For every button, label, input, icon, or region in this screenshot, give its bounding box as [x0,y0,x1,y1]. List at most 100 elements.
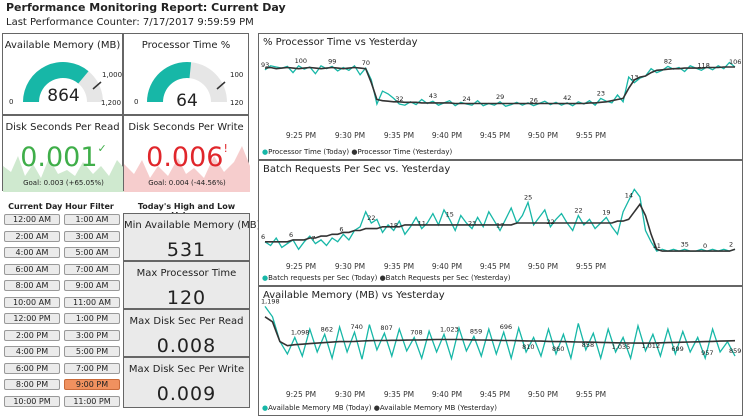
chart-legend: ●Batch requests per Sec (Today) ●Batch R… [262,274,510,282]
available-memory-card[interactable]: Available Memory (MB) 0 1,000 1,200 864 [2,33,123,115]
data-label: 70 [362,59,370,67]
hour-button[interactable]: 4:00 AM [4,247,60,258]
x-tick-label: 9:35 PM [384,390,414,399]
data-label: 807 [380,324,392,332]
x-tick-label: 9:40 PM [432,262,462,271]
highlow-card: Max Disk Sec Per Read 0.008 [123,309,250,357]
available-memory-chart[interactable]: Available Memory (MB) vs Yesterday 1,198… [258,286,743,416]
data-label: 1,098 [291,328,310,336]
data-label: 23 [597,89,605,97]
x-tick-label: 9:30 PM [335,390,365,399]
data-label: 708 [410,328,422,336]
legend-today: Processor Time (Today) [268,148,350,156]
hour-button[interactable]: 1:00 AM [64,214,120,225]
data-label: 858 [582,341,594,349]
x-tick-label: 9:25 PM [286,262,316,271]
data-label: 859 [729,347,741,355]
batch-requests-chart[interactable]: Batch Requests Per Sec vs. Yesterday 667… [258,160,743,286]
data-label: 7 [311,235,315,243]
data-label: 22 [574,207,582,215]
processor-time-plot: 93 100 99 70 32 43 24 29 26 42 23 13 82 118 106 9:25 PM… [261,57,741,140]
highlow-value: 0.009 [156,383,217,405]
processor-time-card[interactable]: Processor Time % 0 100 120 64 [123,33,249,115]
chart-legend: ●Available Memory MB (Today) ●Available … [262,404,497,412]
data-label: 17 [496,222,504,230]
processor-time-chart[interactable]: % Processor Time vs Yesterday 93 100 99 70 3… [258,33,743,160]
x-tick-label: 9:55 PM [576,262,606,271]
hour-button[interactable]: 10:00 AM [4,296,60,308]
x-tick-label: 9:45 PM [480,262,510,271]
report-title: Performance Monitoring Report: Current D… [6,1,286,14]
data-label: 99 [328,57,336,65]
hour-button[interactable]: 7:00 AM [64,263,120,275]
highlow-label: Max Processor Time [136,268,237,279]
hour-button[interactable]: 12:00 PM [4,313,60,324]
disk-write-goal: Goal: 0.004 (-44.56%) [148,179,226,187]
hour-button[interactable]: 11:00 AM [64,296,120,308]
data-label: 740 [351,323,363,331]
available-memory-plot: 1,198 1,098 862 740 807 708 1,023 859 696 810 860 8… [261,297,741,399]
data-label: 25 [524,193,532,201]
hour-button[interactable]: 8:00 PM [4,379,60,390]
data-label: 13 [630,74,638,82]
highlow-value: 531 [166,239,207,261]
hour-button[interactable]: 5:00 AM [64,247,120,258]
disk-read-number: 0.001 [20,142,98,173]
hour-button[interactable]: 7:00 PM [64,362,120,374]
x-tick-label: 9:40 PM [432,390,462,399]
hour-button[interactable]: 1:00 PM [64,313,120,324]
x-tick-label: 9:35 PM [384,131,414,140]
data-label: 26 [530,97,538,105]
data-label: 11 [653,242,661,250]
hour-button[interactable]: 11:00 PM [64,395,120,407]
hour-button[interactable]: 4:00 PM [4,346,60,357]
x-tick-label: 9:50 PM [528,131,558,140]
highlow-card: Max Disk Sec Per Write 0.009 [123,357,250,408]
x-tick-label: 9:30 PM [335,131,365,140]
hour-button[interactable]: 10:00 PM [4,395,60,407]
legend-today: Available Memory MB (Today) [268,404,372,412]
data-label: 42 [563,94,571,102]
hour-button[interactable]: 6:00 AM [4,263,60,275]
disk-read-card[interactable]: Disk Seconds Per Read 0.001✓ Goal: 0.003… [2,115,124,192]
data-label: 100 [295,57,307,65]
alert-icon: ! [223,142,228,155]
x-tick-label: 9:25 PM [286,390,316,399]
hour-button[interactable]: 2:00 AM [4,230,60,242]
data-label: 32 [395,95,403,103]
data-label: 957 [701,349,713,357]
hour-button[interactable]: 2:00 PM [4,329,60,341]
hour-button[interactable]: 3:00 AM [64,230,120,242]
hour-button[interactable]: 3:00 PM [64,329,120,341]
series-today-line [264,306,736,362]
disk-write-value: 0.006! [124,142,250,173]
data-label: 1,012 [641,342,660,350]
data-label: 696 [500,323,512,331]
data-label: 22 [367,214,375,222]
highlow-value: 120 [166,287,207,309]
data-label: 43 [429,92,437,100]
hour-button[interactable]: 9:00 PM [64,379,120,390]
hour-button[interactable]: 5:00 PM [64,346,120,357]
batch-requests-plot: 6 6 7 6 22 18 11 15 23 17 25 22 22 19 14 11 35 0 2 9:25 PM 9… [261,188,736,271]
data-label: 810 [522,343,534,351]
data-label: 2 [729,240,733,248]
last-counter-timestamp: Last Performance Counter: 7/17/2017 9:59… [6,17,254,28]
data-label: 23 [468,220,476,228]
gauge-target-label: 100 [230,71,244,79]
hour-button[interactable]: 6:00 PM [4,362,60,374]
hour-button[interactable]: 9:00 AM [64,280,120,291]
x-tick-label: 9:45 PM [480,390,510,399]
hour-button[interactable]: 12:00 AM [4,214,60,225]
data-label: 19 [602,208,610,216]
data-label: 859 [470,327,482,335]
data-label: 35 [681,240,689,248]
x-tick-label: 9:30 PM [335,262,365,271]
x-tick-label: 9:45 PM [480,131,510,140]
x-tick-label: 9:55 PM [576,131,606,140]
data-label: 862 [321,325,333,333]
hour-button[interactable]: 8:00 AM [4,280,60,291]
disk-write-card[interactable]: Disk Seconds Per Write 0.006! Goal: 0.00… [123,115,250,192]
data-label: 15 [446,210,454,218]
highlow-label: Max Disk Sec Per Write [128,364,245,375]
